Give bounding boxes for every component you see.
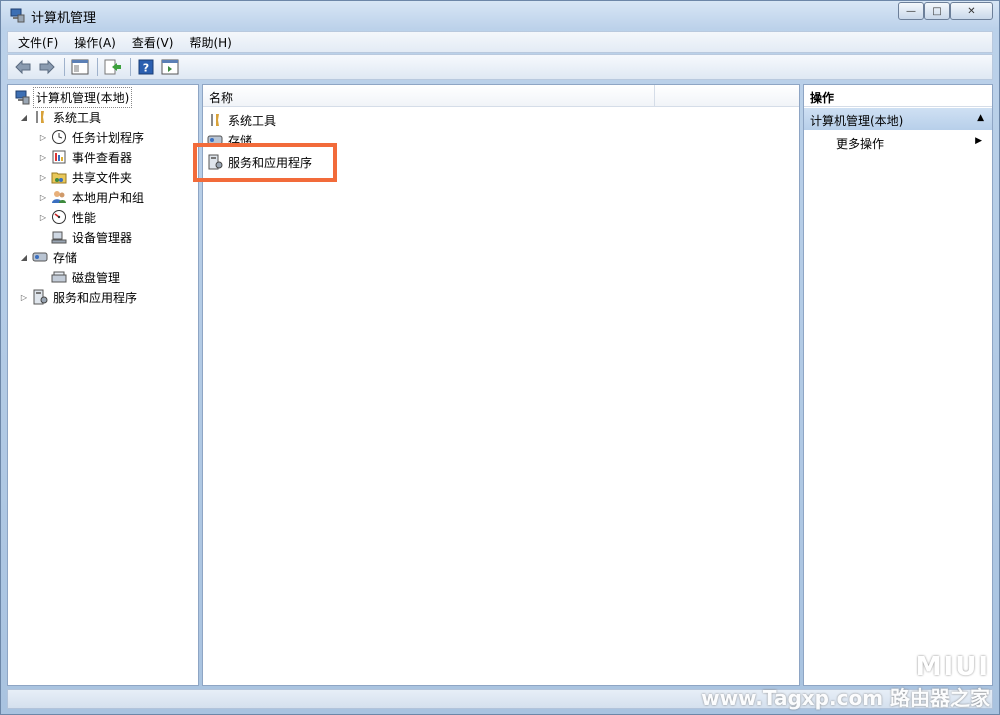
tree-item-services-applications[interactable]: ▷ 服务和应用程序 bbox=[18, 287, 139, 307]
tree-item-storage[interactable]: ◢ 存储 bbox=[18, 247, 79, 267]
export-list-button[interactable] bbox=[102, 56, 124, 78]
users-icon bbox=[52, 191, 66, 203]
back-arrow-icon bbox=[15, 59, 31, 75]
tree-item-label: 服务和应用程序 bbox=[53, 290, 138, 305]
show-hide-action-pane-button[interactable] bbox=[159, 56, 181, 78]
actions-title: 操作 bbox=[804, 85, 992, 107]
tree-item-label: 磁盘管理 bbox=[72, 270, 121, 285]
toolbar-separator bbox=[130, 58, 131, 76]
menu-file[interactable]: 文件(F) bbox=[12, 34, 64, 51]
close-button[interactable]: ✕ bbox=[950, 2, 993, 20]
expander-icon[interactable]: ▷ bbox=[37, 213, 49, 222]
watermark-bottom: www.Tagxp.com 路由器之家 bbox=[701, 686, 990, 710]
tree-item-event-viewer[interactable]: ▷ 事件查看器 bbox=[37, 147, 134, 167]
tree-item-shared-folders[interactable]: ▷ 共享文件夹 bbox=[37, 167, 134, 187]
svg-text:?: ? bbox=[143, 62, 149, 75]
list-header: 名称 bbox=[203, 85, 799, 107]
expander-icon[interactable]: ▷ bbox=[37, 173, 49, 182]
expander-icon[interactable]: ▷ bbox=[37, 133, 49, 142]
tree-item-device-manager[interactable]: 设备管理器 bbox=[37, 227, 134, 247]
tree-item-task-scheduler[interactable]: ▷ 任务计划程序 bbox=[37, 127, 146, 147]
minimize-button[interactable]: — bbox=[898, 2, 924, 20]
actions-section-header[interactable]: 计算机管理(本地) ▲ bbox=[804, 108, 992, 130]
expander-icon[interactable]: ◢ bbox=[18, 253, 30, 262]
watermark-top: MIUI bbox=[915, 652, 990, 682]
tree-item-label: 存储 bbox=[53, 250, 78, 265]
event-viewer-icon bbox=[52, 150, 66, 164]
watermark: MIUI www.Tagxp.com 路由器之家 bbox=[701, 652, 990, 711]
show-hide-tree-icon bbox=[71, 59, 89, 75]
tree-item-label: 计算机管理(本地) bbox=[33, 86, 133, 108]
window-controls: — □ ✕ bbox=[898, 2, 993, 20]
forward-button[interactable] bbox=[36, 56, 58, 78]
computer-management-window: 计算机管理 — □ ✕ 文件(F) 操作(A) 查看(V) 帮助(H) ? 计算… bbox=[0, 0, 1000, 715]
menu-action[interactable]: 操作(A) bbox=[68, 34, 122, 51]
list-item-system-tools[interactable]: 系统工具 bbox=[207, 110, 278, 130]
column-header-name[interactable]: 名称 bbox=[203, 85, 655, 107]
disk-icon bbox=[51, 271, 67, 283]
tree-item-label: 共享文件夹 bbox=[72, 170, 133, 185]
title-bar[interactable]: 计算机管理 — □ ✕ bbox=[1, 1, 999, 29]
back-button[interactable] bbox=[12, 56, 34, 78]
computer-management-icon bbox=[10, 8, 25, 23]
computer-management-icon bbox=[15, 90, 30, 105]
forward-arrow-icon bbox=[39, 59, 55, 75]
tools-icon bbox=[211, 114, 219, 126]
menu-help[interactable]: 帮助(H) bbox=[183, 34, 237, 51]
expander-icon[interactable]: ▷ bbox=[37, 193, 49, 202]
tree-item-system-tools[interactable]: ◢ 系统工具 bbox=[18, 107, 103, 127]
toolbar-separator bbox=[64, 58, 65, 76]
export-list-icon bbox=[104, 59, 121, 75]
performance-icon bbox=[52, 210, 66, 224]
tree-item-label: 设备管理器 bbox=[72, 230, 133, 245]
storage-icon bbox=[32, 252, 48, 262]
actions-section-label: 计算机管理(本地) bbox=[810, 114, 904, 128]
console-tree-pane[interactable]: 计算机管理(本地) ◢ 系统工具 ▷ 任务计划程序 ▷ 事件查看器 ▷ 共享文件… bbox=[7, 84, 199, 686]
maximize-button[interactable]: □ bbox=[924, 2, 950, 20]
toolbar-separator bbox=[97, 58, 98, 76]
tree-item-disk-management[interactable]: 磁盘管理 bbox=[37, 267, 122, 287]
menu-bar: 文件(F) 操作(A) 查看(V) 帮助(H) bbox=[7, 31, 993, 53]
tree-item-label: 事件查看器 bbox=[72, 150, 133, 165]
expander-icon[interactable]: ◢ bbox=[18, 113, 30, 122]
tools-icon bbox=[36, 111, 44, 123]
tree-item-local-users-groups[interactable]: ▷ 本地用户和组 bbox=[37, 187, 146, 207]
actions-pane: 操作 计算机管理(本地) ▲ 更多操作 ▶ bbox=[803, 84, 993, 686]
more-actions-item[interactable]: 更多操作 ▶ bbox=[836, 135, 986, 153]
tree-item-label: 系统工具 bbox=[53, 110, 102, 125]
tree-item-root[interactable]: 计算机管理(本地) bbox=[12, 86, 133, 108]
show-hide-action-pane-icon bbox=[161, 59, 179, 75]
highlight-annotation-box bbox=[193, 143, 337, 182]
help-icon: ? bbox=[138, 59, 154, 75]
collapse-up-icon[interactable]: ▲ bbox=[977, 113, 984, 123]
menu-view[interactable]: 查看(V) bbox=[126, 34, 180, 51]
expander-icon[interactable]: ▷ bbox=[18, 293, 30, 302]
expander-icon[interactable]: ▷ bbox=[37, 153, 49, 162]
tree-item-label: 性能 bbox=[72, 210, 97, 225]
tree-item-label: 本地用户和组 bbox=[72, 190, 145, 205]
clock-icon bbox=[52, 130, 66, 144]
device-manager-icon bbox=[51, 231, 67, 244]
services-icon bbox=[33, 289, 48, 305]
help-button[interactable]: ? bbox=[135, 56, 157, 78]
list-item-label: 系统工具 bbox=[228, 113, 277, 128]
tree-item-performance[interactable]: ▷ 性能 bbox=[37, 207, 98, 227]
tree-item-label: 任务计划程序 bbox=[72, 130, 145, 145]
toolbar: ? bbox=[7, 54, 993, 80]
shared-folder-icon bbox=[51, 172, 67, 184]
more-actions-label: 更多操作 bbox=[836, 137, 885, 151]
window-title: 计算机管理 bbox=[31, 11, 97, 26]
submenu-arrow-icon: ▶ bbox=[975, 136, 982, 146]
show-hide-tree-button[interactable] bbox=[69, 56, 91, 78]
